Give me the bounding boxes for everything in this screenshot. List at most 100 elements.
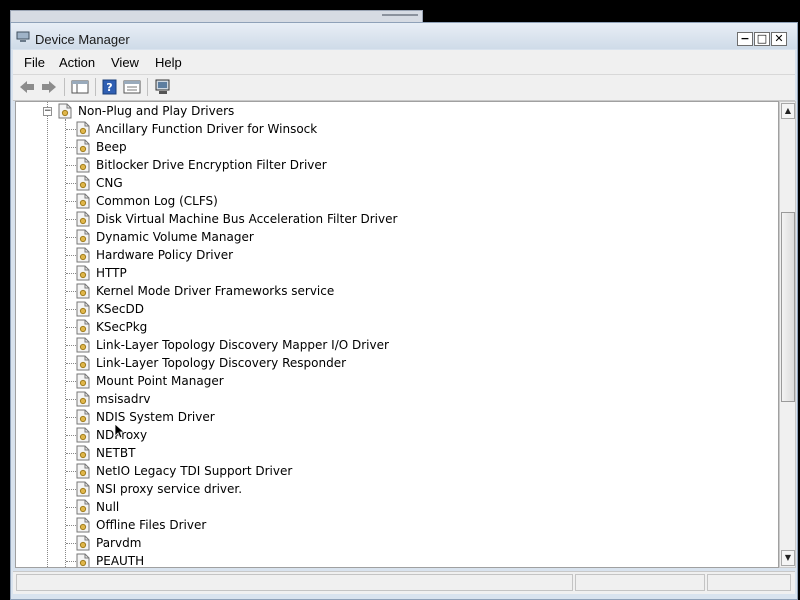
tree-item-label: msisadrv: [96, 392, 151, 406]
tree-item-label: Bitlocker Drive Encryption Filter Driver: [96, 158, 327, 172]
tree-item[interactable]: Dynamic Volume Manager: [16, 228, 778, 246]
scroll-thumb[interactable]: [781, 212, 795, 402]
maximize-button[interactable]: □: [754, 32, 770, 46]
tree-item-label: Common Log (CLFS): [96, 194, 218, 208]
tree-item[interactable]: Common Log (CLFS): [16, 192, 778, 210]
tree-item-label: Kernel Mode Driver Frameworks service: [96, 284, 335, 298]
tree-item[interactable]: KSecDD: [16, 300, 778, 318]
status-panel-2: [575, 574, 705, 591]
tree-item[interactable]: Parvdm: [16, 534, 778, 552]
tree-item-label: NETBT: [96, 446, 136, 460]
svg-text:?: ?: [106, 81, 112, 94]
tree-group-label: Non-Plug and Play Drivers: [78, 104, 235, 118]
tree-item-label: Offline Files Driver: [96, 518, 207, 532]
driver-icon: [76, 301, 90, 317]
tree-item[interactable]: Bitlocker Drive Encryption Filter Driver: [16, 156, 778, 174]
tree-item[interactable]: NSI proxy service driver.: [16, 480, 778, 498]
status-panel-main: [16, 574, 573, 591]
title-bar: Device Manager − □ ✕: [11, 23, 797, 49]
device-manager-window: Device Manager − □ ✕ File Action View He…: [10, 22, 798, 600]
driver-icon: [76, 481, 90, 497]
back-icon[interactable]: [18, 79, 36, 95]
tree-item-label: KSecPkg: [96, 320, 148, 334]
mouse-cursor-icon: [114, 423, 124, 439]
close-button[interactable]: ✕: [771, 32, 787, 46]
scroll-down-button[interactable]: ▼: [781, 550, 795, 566]
tree-item[interactable]: NDIS System Driver: [16, 408, 778, 426]
collapse-icon[interactable]: −: [43, 107, 52, 116]
tree-item[interactable]: NDProxy: [16, 426, 778, 444]
tree-item[interactable]: Disk Virtual Machine Bus Acceleration Fi…: [16, 210, 778, 228]
device-tree: − Non-Plug and Play Drivers Ancillary Fu…: [15, 101, 779, 568]
driver-icon: [76, 121, 90, 137]
window-title: Device Manager: [35, 32, 130, 47]
driver-icon: [76, 499, 90, 515]
tree-item-label: NDIS System Driver: [96, 410, 215, 424]
driver-icon: [76, 517, 90, 533]
tree-item-label: Disk Virtual Machine Bus Acceleration Fi…: [96, 212, 398, 226]
tree-item[interactable]: Link-Layer Topology Discovery Responder: [16, 354, 778, 372]
driver-icon: [76, 139, 90, 155]
tree-item[interactable]: KSecPkg: [16, 318, 778, 336]
driver-icon: [76, 427, 90, 443]
tree-item-label: Mount Point Manager: [96, 374, 224, 388]
tree-item[interactable]: NetIO Legacy TDI Support Driver: [16, 462, 778, 480]
driver-icon: [76, 229, 90, 245]
tree-item-label: Link-Layer Topology Discovery Mapper I/O…: [96, 338, 389, 352]
menu-action[interactable]: Action: [59, 55, 95, 70]
driver-icon: [76, 337, 90, 353]
console-tree-icon[interactable]: [71, 79, 89, 95]
minimize-button[interactable]: −: [737, 32, 753, 46]
tree-item-label: Beep: [96, 140, 127, 154]
toolbar: ?: [13, 75, 795, 101]
menu-file[interactable]: File: [24, 55, 45, 70]
driver-icon: [76, 283, 90, 299]
tree-item[interactable]: Null: [16, 498, 778, 516]
tree-item[interactable]: PEAUTH: [16, 552, 778, 568]
driver-icon: [76, 409, 90, 425]
driver-icon: [76, 193, 90, 209]
menu-bar: File Action View Help: [13, 50, 795, 75]
driver-icon: [76, 247, 90, 263]
driver-icon: [76, 391, 90, 407]
driver-icon: [76, 535, 90, 551]
tree-item[interactable]: Ancillary Function Driver for Winsock: [16, 120, 778, 138]
properties-icon[interactable]: [123, 79, 141, 95]
status-bar: [13, 571, 795, 594]
forward-icon[interactable]: [40, 79, 58, 95]
tree-group-non-plug-and-play-drivers[interactable]: − Non-Plug and Play Drivers: [16, 102, 778, 120]
driver-icon: [76, 445, 90, 461]
tree-item[interactable]: Kernel Mode Driver Frameworks service: [16, 282, 778, 300]
vertical-scrollbar[interactable]: ▲ ▼: [779, 101, 796, 568]
tree-item[interactable]: Mount Point Manager: [16, 372, 778, 390]
tree-item[interactable]: Offline Files Driver: [16, 516, 778, 534]
driver-icon: [76, 553, 90, 567]
menu-help[interactable]: Help: [155, 55, 182, 70]
tree-item[interactable]: Link-Layer Topology Discovery Mapper I/O…: [16, 336, 778, 354]
driver-icon: [76, 373, 90, 389]
driver-icon: [76, 157, 90, 173]
tree-item[interactable]: msisadrv: [16, 390, 778, 408]
driver-icon: [76, 175, 90, 191]
tree-item-label: Parvdm: [96, 536, 142, 550]
help-icon[interactable]: ?: [101, 79, 119, 95]
tree-item-label: Ancillary Function Driver for Winsock: [96, 122, 318, 136]
tree-item-label: Null: [96, 500, 120, 514]
driver-icon: [76, 355, 90, 371]
scroll-up-button[interactable]: ▲: [781, 103, 795, 119]
tree-item-label: HTTP: [96, 266, 127, 280]
tree-item[interactable]: NETBT: [16, 444, 778, 462]
tree-item-label: PEAUTH: [96, 554, 145, 568]
tree-item[interactable]: Hardware Policy Driver: [16, 246, 778, 264]
tree-item-label: Dynamic Volume Manager: [96, 230, 254, 244]
tree-item[interactable]: Beep: [16, 138, 778, 156]
tree-item-label: CNG: [96, 176, 123, 190]
menu-view[interactable]: View: [111, 55, 139, 70]
scan-hardware-icon[interactable]: [154, 79, 172, 95]
tree-item[interactable]: CNG: [16, 174, 778, 192]
driver-icon: [76, 265, 90, 281]
tree-item-label: NSI proxy service driver.: [96, 482, 243, 496]
tree-item[interactable]: HTTP: [16, 264, 778, 282]
status-panel-3: [707, 574, 791, 591]
driver-icon: [76, 211, 90, 227]
